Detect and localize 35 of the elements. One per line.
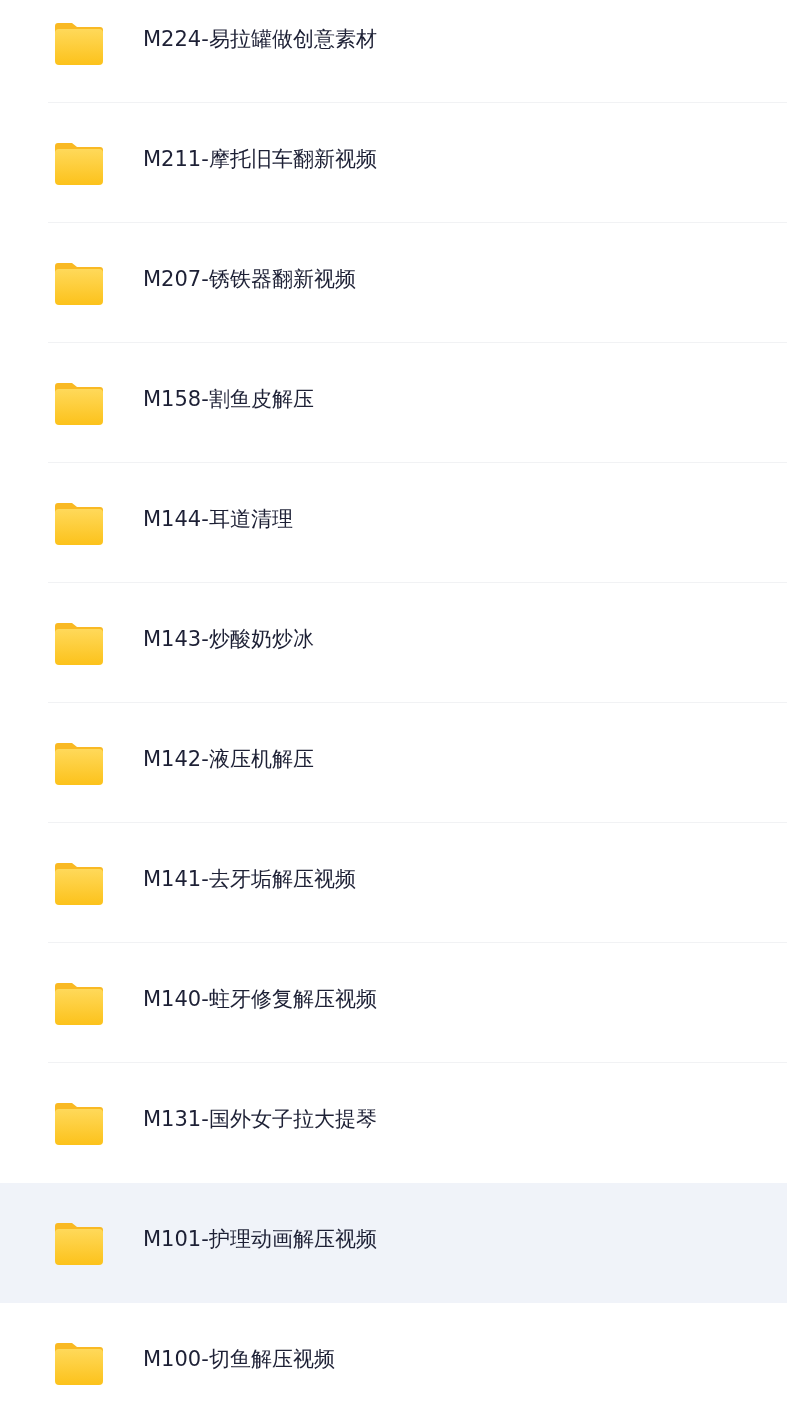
folder-name: M141-去牙垢解压视频: [143, 866, 356, 893]
folder-icon: [55, 741, 103, 785]
folder-name: M101-护理动画解压视频: [143, 1226, 377, 1253]
folder-icon: [55, 261, 103, 305]
folder-row[interactable]: M101-护理动画解压视频: [0, 1183, 787, 1303]
folder-name: M142-液压机解压: [143, 746, 314, 773]
folder-icon: [55, 501, 103, 545]
folder-row[interactable]: M158-割鱼皮解压: [0, 343, 787, 463]
folder-icon: [55, 1101, 103, 1145]
folder-row[interactable]: M143-炒酸奶炒冰: [0, 583, 787, 703]
folder-name: M144-耳道清理: [143, 506, 293, 533]
folder-icon: [55, 21, 103, 65]
folder-row[interactable]: M140-蛀牙修复解压视频: [0, 943, 787, 1063]
folder-icon: [55, 1221, 103, 1265]
folder-name: M224-易拉罐做创意素材: [143, 26, 377, 53]
folder-row[interactable]: M207-锈铁器翻新视频: [0, 223, 787, 343]
folder-name: M158-割鱼皮解压: [143, 386, 314, 413]
folder-row[interactable]: M211-摩托旧车翻新视频: [0, 103, 787, 223]
folder-icon: [55, 861, 103, 905]
folder-row[interactable]: M142-液压机解压: [0, 703, 787, 823]
folder-row[interactable]: M224-易拉罐做创意素材: [0, 0, 787, 103]
folder-name: M140-蛀牙修复解压视频: [143, 986, 377, 1013]
folder-name: M211-摩托旧车翻新视频: [143, 146, 377, 173]
folder-icon: [55, 621, 103, 665]
folder-row[interactable]: M141-去牙垢解压视频: [0, 823, 787, 943]
folder-name: M143-炒酸奶炒冰: [143, 626, 314, 653]
folder-icon: [55, 381, 103, 425]
folder-name: M131-国外女子拉大提琴: [143, 1106, 377, 1133]
folder-icon: [55, 141, 103, 185]
folder-icon: [55, 981, 103, 1025]
folder-row[interactable]: M144-耳道清理: [0, 463, 787, 583]
folder-name: M100-切鱼解压视频: [143, 1346, 335, 1373]
folder-icon: [55, 1341, 103, 1385]
folder-row[interactable]: M131-国外女子拉大提琴: [0, 1063, 787, 1183]
folder-name: M207-锈铁器翻新视频: [143, 266, 356, 293]
